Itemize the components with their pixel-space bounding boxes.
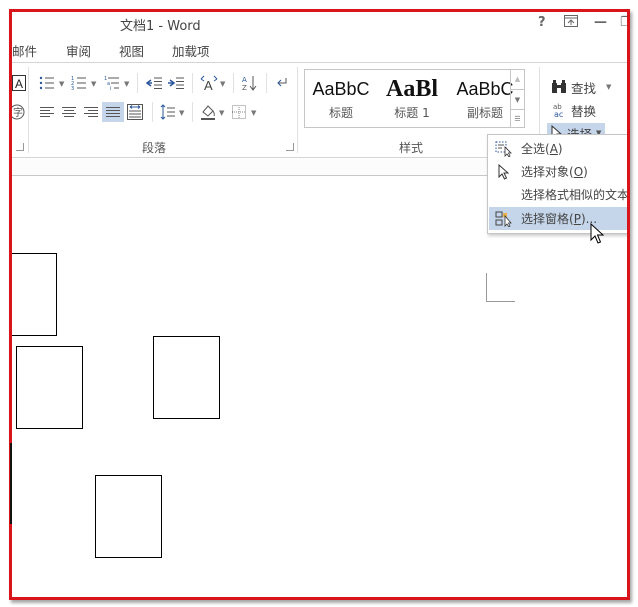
- find-dropdown-icon: ▼: [606, 83, 612, 91]
- binoculars-icon: [552, 80, 566, 93]
- borders-icon: [232, 105, 246, 119]
- chinese-layout-dropdown[interactable]: ▼: [220, 80, 225, 88]
- rectangle-shape[interactable]: [12, 253, 57, 336]
- ribbon-tabs: 邮件 审阅 视图 加载项: [12, 39, 627, 61]
- character-border-icon[interactable]: A: [12, 73, 30, 93]
- style-title[interactable]: AaBbC 标题: [305, 76, 377, 121]
- svg-text:ac: ac: [554, 110, 563, 118]
- decrease-indent-icon: [146, 77, 162, 89]
- paragraph-dialog-launcher[interactable]: [286, 143, 294, 151]
- line-spacing-dropdown[interactable]: ▼: [179, 109, 184, 117]
- justify-button[interactable]: [102, 102, 124, 122]
- help-button[interactable]: ?: [538, 15, 546, 30]
- bullets-icon: [39, 76, 54, 90]
- find-button[interactable]: 查找 ▼: [547, 77, 615, 97]
- title-bar: 文档1 - Word ? — ❐: [12, 12, 627, 38]
- distributed-button[interactable]: [124, 102, 146, 122]
- rectangle-shape[interactable]: [95, 475, 162, 558]
- page-margin-marker: [486, 273, 515, 302]
- paragraph-group-label: 段落: [142, 141, 167, 155]
- decrease-indent-button[interactable]: [143, 73, 165, 93]
- numbering-dropdown[interactable]: ▼: [91, 80, 96, 88]
- align-left-button[interactable]: [36, 102, 58, 122]
- chinese-layout-button[interactable]: A: [198, 73, 220, 93]
- document-canvas[interactable]: [12, 177, 627, 597]
- multilevel-list-button[interactable]: 1ai: [101, 73, 123, 93]
- left-edge-marker: [10, 443, 12, 524]
- justify-icon: [106, 107, 120, 117]
- shading-icon: [201, 105, 215, 120]
- tab-review[interactable]: 审阅: [66, 41, 91, 60]
- show-formatting-button[interactable]: [271, 73, 293, 93]
- numbering-button[interactable]: 123: [68, 73, 90, 93]
- select-dropdown-menu: 全选(A) 选择对象(O) 选择格式相似的文本 选择窗格(P)...: [487, 134, 627, 234]
- style-heading-1[interactable]: AaBl 标题 1: [377, 76, 447, 121]
- svg-text:i: i: [110, 86, 111, 90]
- styles-scroll-down[interactable]: ▼: [510, 89, 524, 109]
- increase-indent-icon: [168, 77, 184, 89]
- styles-more-button[interactable]: ☰: [510, 109, 524, 128]
- svg-text:A: A: [204, 78, 213, 91]
- mouse-cursor-icon: [590, 222, 605, 248]
- borders-button[interactable]: [228, 102, 250, 122]
- select-objects-icon: [489, 163, 519, 180]
- align-right-icon: [84, 107, 98, 117]
- center-icon: [62, 107, 76, 117]
- selection-pane-icon: [489, 211, 519, 227]
- ribbon-display-icon: [564, 15, 578, 27]
- menu-item-select-similar-formatting[interactable]: 选择格式相似的文本: [489, 183, 627, 206]
- window-title: 文档1 - Word: [120, 19, 201, 34]
- font-dialog-launcher[interactable]: [16, 143, 24, 151]
- distributed-icon: [127, 104, 143, 120]
- shading-dropdown[interactable]: ▼: [219, 109, 224, 117]
- replace-button[interactable]: ab ac 替换: [547, 100, 600, 120]
- styles-group-label: 样式: [399, 141, 424, 155]
- styles-gallery: AaBbC 标题 AaBl 标题 1 AaBbC 副标题 ▲ ▼ ☰: [304, 69, 525, 128]
- svg-text:字: 字: [13, 106, 23, 119]
- bullets-button[interactable]: [36, 73, 58, 93]
- styles-scroll-up[interactable]: ▲: [510, 70, 524, 89]
- tab-view[interactable]: 视图: [119, 41, 144, 60]
- multilevel-list-dropdown[interactable]: ▼: [124, 80, 129, 88]
- word-window: 文档1 - Word ? — ❐ 邮件 审阅 视图 加载项 A 字 ▼ 123 …: [9, 9, 630, 600]
- sort-button[interactable]: AZ: [238, 73, 260, 93]
- show-formatting-icon: [277, 78, 287, 87]
- line-spacing-button[interactable]: [157, 102, 179, 122]
- center-button[interactable]: [58, 102, 80, 122]
- svg-text:Z: Z: [242, 84, 247, 91]
- select-all-icon: [489, 141, 519, 157]
- menu-item-selection-pane[interactable]: 选择窗格(P)...: [489, 207, 627, 230]
- tab-addins[interactable]: 加载项: [172, 41, 210, 60]
- chinese-layout-icon: A: [200, 75, 218, 91]
- rectangle-shape[interactable]: [16, 346, 83, 429]
- sort-icon: AZ: [242, 76, 257, 91]
- bullets-dropdown[interactable]: ▼: [59, 80, 64, 88]
- increase-indent-button[interactable]: [165, 73, 187, 93]
- ribbon-display-options-button[interactable]: [564, 15, 578, 31]
- shading-button[interactable]: [197, 102, 219, 122]
- rectangle-shape[interactable]: [153, 336, 220, 419]
- line-spacing-icon: [160, 104, 175, 120]
- svg-text:3: 3: [71, 86, 74, 90]
- multilevel-list-icon: 1ai: [104, 76, 119, 90]
- svg-text:A: A: [15, 77, 23, 91]
- replace-icon: abac: [553, 103, 563, 118]
- restore-button[interactable]: ❐: [620, 15, 627, 30]
- menu-item-select-all[interactable]: 全选(A): [489, 137, 627, 160]
- tab-mailings[interactable]: 邮件: [12, 41, 37, 60]
- minimize-button[interactable]: —: [594, 15, 607, 30]
- enclose-characters-icon[interactable]: 字: [12, 102, 28, 122]
- align-left-icon: [40, 107, 54, 117]
- menu-item-select-objects[interactable]: 选择对象(O): [489, 160, 627, 183]
- borders-dropdown[interactable]: ▼: [251, 109, 256, 117]
- numbering-icon: 123: [71, 76, 86, 90]
- align-right-button[interactable]: [80, 102, 102, 122]
- svg-text:A: A: [242, 76, 247, 84]
